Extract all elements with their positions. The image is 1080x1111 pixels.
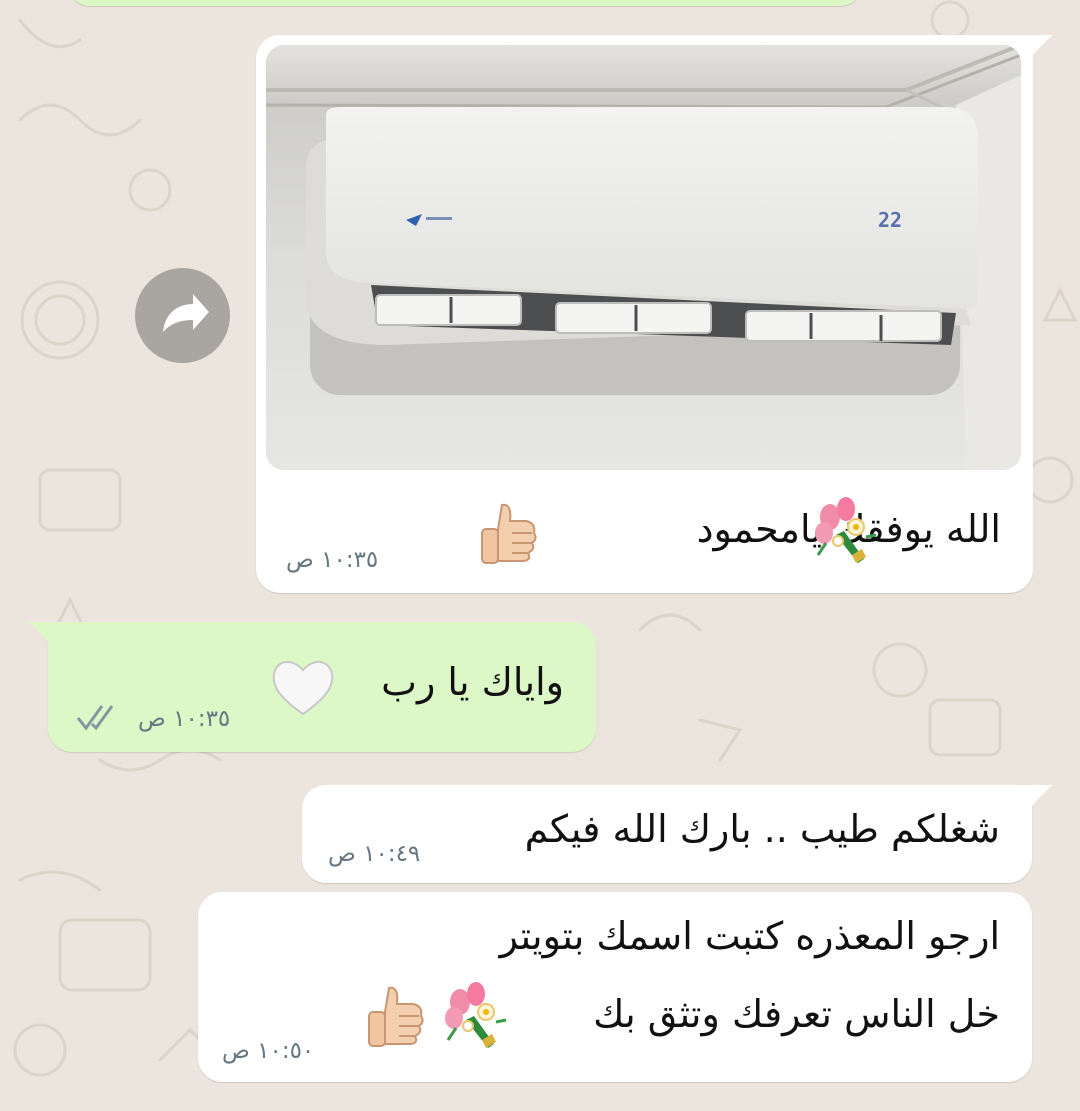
message-text: واياك يا رب	[381, 660, 564, 704]
forward-arrow-icon	[163, 294, 209, 332]
photo-air-conditioner[interactable]: 22	[266, 45, 1021, 470]
thumbs-up-emoji	[368, 986, 424, 1047]
double-check-icon	[76, 705, 114, 731]
bouquet-emoji	[445, 982, 507, 1048]
air-conditioner-photo: 22	[266, 45, 1021, 470]
bubble-tail	[1025, 35, 1053, 57]
message-line-2: خل الناس تعرفك وتثق بك	[593, 992, 1000, 1036]
message-time: ١٠:٤٩ ص	[328, 841, 421, 867]
ac-display: 22	[878, 208, 902, 232]
message-time: ١٠:٣٥ ص	[138, 706, 231, 732]
message-line-1: ارجو المعذره كتبت اسمك بتويتر	[499, 914, 1000, 958]
bubble-tail	[1025, 785, 1053, 807]
incoming-message-bubble[interactable]: ارجو المعذره كتبت اسمك بتويتر خل الناس ت…	[198, 892, 1032, 1082]
bouquet-emoji	[815, 497, 877, 563]
thumbs-up-emoji	[481, 503, 537, 564]
previous-message-bubble[interactable]	[68, 0, 862, 6]
message-time: ١٠:٣٥ ص	[286, 547, 379, 573]
white-heart-emoji	[272, 660, 334, 716]
message-time: ١٠:٥٠ ص	[222, 1038, 315, 1064]
image-message-bubble[interactable]: 22 الله يوفقك يامحمود ١٠:٣٥ ص	[256, 35, 1033, 593]
forward-button[interactable]	[135, 268, 230, 363]
outgoing-message-bubble[interactable]: واياك يا رب ١٠:٣٥ ص	[48, 622, 596, 752]
bubble-tail	[28, 622, 56, 644]
incoming-message-bubble[interactable]: شغلكم طيب .. بارك الله فيكم ١٠:٤٩ ص	[302, 785, 1032, 883]
message-text: شغلكم طيب .. بارك الله فيكم	[524, 807, 1000, 851]
